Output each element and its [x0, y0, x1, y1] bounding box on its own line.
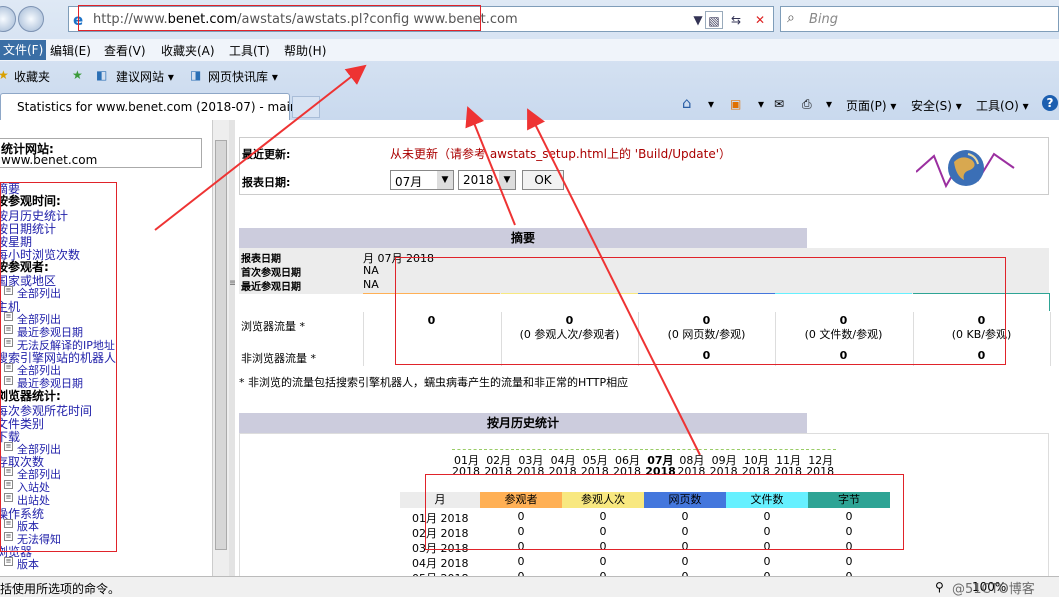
annotation-arrows: [154, 64, 701, 456]
status-bar: 括使用所选项的命令。 ⚲ 100% @51CTO博客: [0, 576, 1059, 597]
zoom-icon: ⚲: [935, 580, 944, 594]
status-text: 括使用所选项的命令。: [0, 582, 121, 596]
watermark: @51CTO博客: [952, 582, 1035, 597]
